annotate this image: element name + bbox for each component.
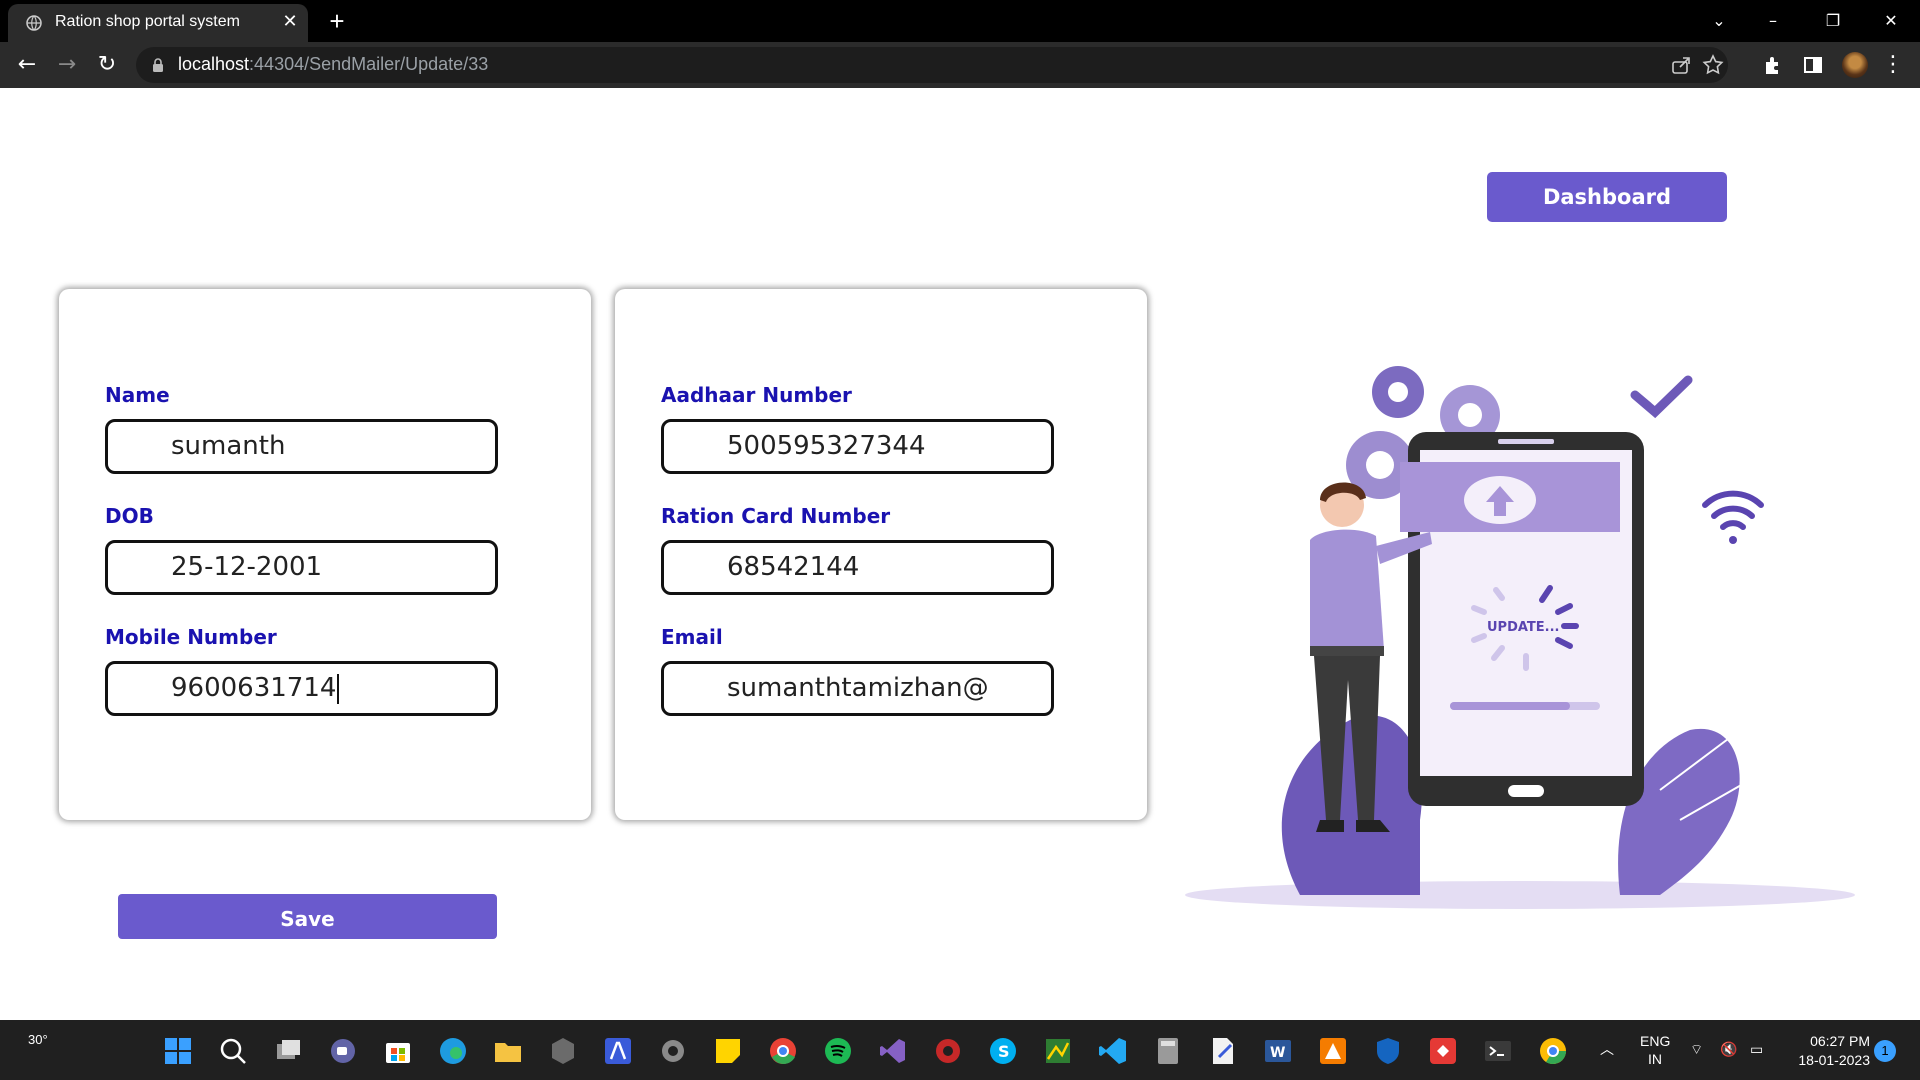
dashboard-button[interactable]: Dashboard [1487, 172, 1727, 222]
task-view-icon[interactable] [272, 1035, 304, 1067]
input-language[interactable]: ENG IN [1640, 1032, 1670, 1068]
reload-icon[interactable]: ↻ [93, 51, 121, 79]
document-editor-icon[interactable] [1207, 1035, 1239, 1067]
chrome-active-icon[interactable] [1537, 1035, 1569, 1067]
email-input[interactable]: sumanthtamizhan@ [661, 661, 1054, 716]
ration-card-value: 68542144 [727, 552, 860, 582]
mobile-value: 9600631714 [171, 673, 337, 703]
settings-gear-icon[interactable] [657, 1035, 689, 1067]
text-caret [337, 673, 340, 704]
mobile-input[interactable]: 9600631714 [105, 661, 498, 716]
side-panel-icon[interactable] [1802, 54, 1824, 76]
browser-toolbar: ← → ↻ localhost:44304/SendMailer/Update/… [0, 42, 1920, 88]
app-orange-icon[interactable] [1317, 1035, 1349, 1067]
calculator-icon[interactable] [1152, 1035, 1184, 1067]
url-host: localhost [178, 54, 250, 74]
terminal-icon[interactable] [1482, 1035, 1514, 1067]
battery-icon[interactable]: ▭ [1750, 1040, 1763, 1058]
sticky-notes-icon[interactable] [712, 1035, 744, 1067]
browser-tab[interactable]: Ration shop portal system ✕ [8, 4, 308, 42]
teams-chat-icon[interactable] [327, 1035, 359, 1067]
aadhaar-label: Aadhaar Number [661, 383, 852, 407]
minimize-icon[interactable]: – [1760, 8, 1786, 34]
word-icon[interactable]: W [1262, 1035, 1294, 1067]
tab-search-chevron-icon[interactable]: ⌄ [1706, 8, 1732, 34]
dob-label: DOB [105, 504, 154, 528]
name-value: sumanth [171, 431, 286, 461]
url-text: localhost:44304/SendMailer/Update/33 [178, 54, 488, 75]
git-app-icon[interactable] [1427, 1035, 1459, 1067]
close-window-icon[interactable]: ✕ [1878, 8, 1904, 34]
show-hidden-icons-chevron[interactable]: ︿ [1600, 1040, 1614, 1058]
bookmark-star-icon[interactable] [1702, 54, 1724, 76]
ration-card-input[interactable]: 68542144 [661, 540, 1054, 595]
edge-browser-icon[interactable] [437, 1035, 469, 1067]
back-icon[interactable]: ← [13, 51, 41, 79]
app-blue-tile-icon[interactable] [602, 1035, 634, 1067]
restore-icon[interactable]: ❐ [1820, 8, 1846, 34]
volume-muted-icon[interactable]: 🔇 [1720, 1040, 1737, 1058]
email-value: sumanthtamizhan@ [727, 673, 989, 703]
system-clock[interactable]: 06:27 PM 18-01-2023 [1780, 1032, 1870, 1070]
vscode-icon[interactable] [1097, 1035, 1129, 1067]
search-icon[interactable] [217, 1035, 249, 1067]
app-hexagon-icon[interactable] [547, 1035, 579, 1067]
aadhaar-input[interactable]: 500595327344 [661, 419, 1054, 474]
ration-card-label: Ration Card Number [661, 504, 891, 528]
svg-text:S: S [998, 1042, 1010, 1061]
file-explorer-icon[interactable] [492, 1035, 524, 1067]
close-tab-icon[interactable]: ✕ [278, 10, 302, 34]
language-code: ENG [1640, 1033, 1671, 1049]
visual-studio-icon[interactable] [877, 1035, 909, 1067]
app-photo-icon[interactable] [1042, 1035, 1074, 1067]
name-input[interactable]: sumanth [105, 419, 498, 474]
page-content: Dashboard Name sumanth DOB 25-12-2001 Mo… [0, 88, 1920, 1020]
identity-details-card: Aadhaar Number 500595327344 Ration Card … [615, 289, 1147, 820]
profile-avatar[interactable] [1842, 52, 1868, 78]
clock-time: 06:27 PM [1810, 1033, 1870, 1049]
start-windows-icon[interactable] [162, 1035, 194, 1067]
forward-icon[interactable]: → [53, 51, 81, 79]
globe-icon [26, 15, 42, 31]
dob-value: 25-12-2001 [171, 552, 323, 582]
personal-details-card: Name sumanth DOB 25-12-2001 Mobile Numbe… [59, 289, 591, 820]
skype-icon[interactable]: S [987, 1035, 1019, 1067]
address-bar[interactable]: localhost:44304/SendMailer/Update/33 [136, 47, 1728, 83]
tab-title: Ration shop portal system [55, 13, 240, 30]
wifi-icon[interactable]: ⌔ [1690, 1040, 1703, 1058]
extensions-icon[interactable] [1762, 54, 1784, 76]
browser-tab-strip: Ration shop portal system ✕ + ⌄ – ❐ ✕ [0, 0, 1920, 42]
menu-kebab-icon[interactable]: ⋮ [1882, 52, 1904, 78]
weather-widget[interactable]: 30° [28, 1032, 48, 1047]
microsoft-store-icon[interactable] [382, 1035, 414, 1067]
spotify-icon[interactable] [822, 1035, 854, 1067]
mobile-label: Mobile Number [105, 625, 277, 649]
share-icon[interactable] [1670, 54, 1692, 76]
notification-badge[interactable]: 1 [1874, 1040, 1896, 1062]
save-button[interactable]: Save [118, 894, 497, 939]
chrome-icon[interactable] [767, 1035, 799, 1067]
url-path: :44304/SendMailer/Update/33 [249, 54, 489, 74]
app-shield-star-icon[interactable] [1372, 1035, 1404, 1067]
email-label: Email [661, 625, 723, 649]
name-label: Name [105, 383, 170, 407]
lock-icon [153, 58, 163, 72]
svg-text:W: W [1270, 1045, 1285, 1061]
app-red-circle-icon[interactable] [932, 1035, 964, 1067]
new-tab-icon[interactable]: + [324, 8, 350, 34]
update-text: UPDATE... [1487, 620, 1560, 635]
windows-taskbar: 30° S W ︿ ENG IN ⌔ 🔇 ▭ 06:27 PM 18-01-20… [0, 1020, 1920, 1080]
update-illustration: UPDATE... [1185, 366, 1855, 909]
clock-date: 18-01-2023 [1798, 1052, 1870, 1068]
dob-input[interactable]: 25-12-2001 [105, 540, 498, 595]
region-code: IN [1648, 1051, 1662, 1067]
aadhaar-value: 500595327344 [727, 431, 926, 461]
